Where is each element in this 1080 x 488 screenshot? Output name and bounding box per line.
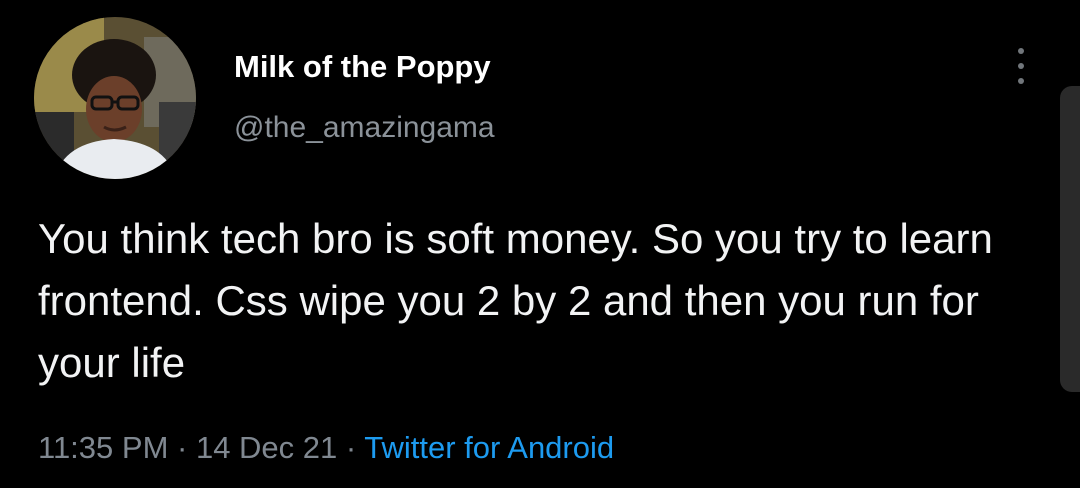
more-vertical-icon[interactable] <box>1006 44 1036 88</box>
user-handle[interactable]: @the_amazingama <box>234 111 495 145</box>
meta-separator: · <box>337 430 365 465</box>
tweet-source-link[interactable]: Twitter for Android <box>364 430 614 465</box>
tweet-card: Milk of the Poppy @the_amazingama You th… <box>0 0 1080 488</box>
display-name[interactable]: Milk of the Poppy <box>234 49 491 85</box>
tweet-date[interactable]: 14 Dec 21 <box>196 430 337 465</box>
tweet-text: You think tech bro is soft money. So you… <box>38 215 993 386</box>
meta-separator: · <box>168 430 196 465</box>
avatar[interactable] <box>34 17 196 179</box>
more-dot <box>1018 48 1024 54</box>
more-dot <box>1018 78 1024 84</box>
more-dot <box>1018 63 1024 69</box>
tweet-time[interactable]: 11:35 PM <box>38 430 168 465</box>
avatar-photo <box>34 17 196 179</box>
tweet-meta: 11:35 PM · 14 Dec 21 · Twitter for Andro… <box>38 430 614 466</box>
scrollbar[interactable] <box>1060 86 1080 392</box>
